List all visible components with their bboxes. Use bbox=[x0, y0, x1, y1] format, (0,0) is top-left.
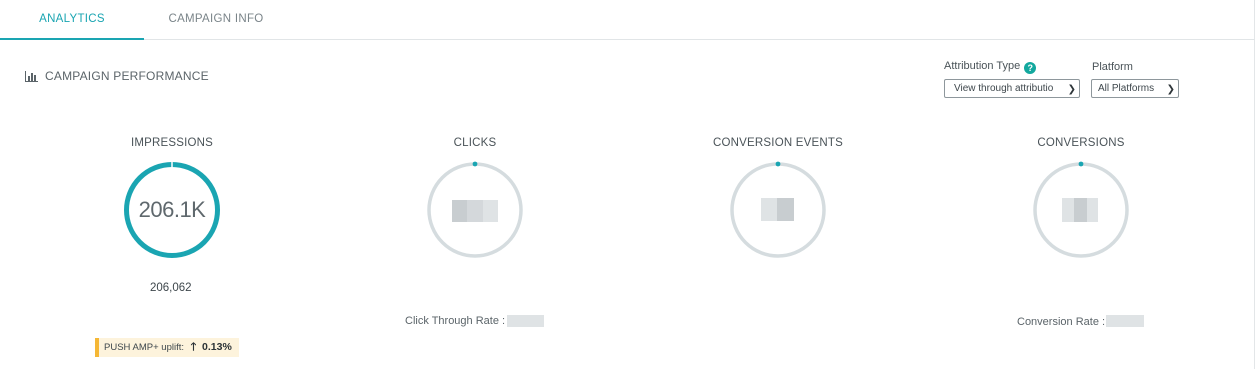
attribution-type-label: Attribution Type? bbox=[944, 60, 1037, 74]
conversion-rate-label: Conversion Rate : bbox=[1017, 316, 1106, 328]
section-header: CAMPAIGN PERFORMANCE bbox=[25, 68, 209, 84]
platform-label: Platform bbox=[1092, 61, 1133, 73]
chevron-down-icon: ❯ bbox=[1166, 84, 1175, 95]
uplift-label: PUSH AMP+ uplift: bbox=[104, 342, 184, 353]
redacted-value bbox=[1062, 198, 1098, 222]
tab-bar: ANALYTICS CAMPAIGN INFO bbox=[0, 0, 1255, 40]
platform-select[interactable]: All Platforms ❯ bbox=[1091, 79, 1179, 98]
help-icon[interactable]: ? bbox=[1024, 62, 1037, 74]
impressions-value: 206.1K bbox=[138, 197, 206, 222]
tab-campaign-info[interactable]: CAMPAIGN INFO bbox=[144, 0, 288, 40]
arrow-up-icon: 🡑 bbox=[190, 341, 197, 353]
chevron-down-icon: ❯ bbox=[1067, 84, 1076, 95]
attribution-type-select[interactable]: View through attributio ❯ bbox=[944, 79, 1080, 98]
redacted-value bbox=[761, 198, 794, 221]
metric-title: CONVERSION EVENTS bbox=[713, 137, 843, 149]
impressions-exact-value: 206,062 bbox=[150, 282, 192, 294]
click-through-rate-label: Click Through Rate : bbox=[405, 315, 506, 327]
redacted-value bbox=[452, 200, 498, 222]
metric-title: IMPRESSIONS bbox=[130, 137, 214, 149]
bar-chart-icon bbox=[25, 70, 38, 82]
redacted-rate bbox=[507, 315, 544, 327]
redacted-rate bbox=[1106, 315, 1144, 327]
metric-title: CONVERSIONS bbox=[1037, 137, 1125, 149]
section-title: CAMPAIGN PERFORMANCE bbox=[45, 69, 209, 83]
uplift-value: 0.13% bbox=[202, 341, 232, 353]
push-amp-uplift-badge: PUSH AMP+ uplift: 🡑 0.13% bbox=[95, 338, 239, 357]
metric-title: CLICKS bbox=[453, 137, 497, 149]
tab-analytics[interactable]: ANALYTICS bbox=[0, 0, 144, 40]
campaign-analytics-panel: ANALYTICS CAMPAIGN INFO CAMPAIGN PERFORM… bbox=[0, 0, 1255, 369]
